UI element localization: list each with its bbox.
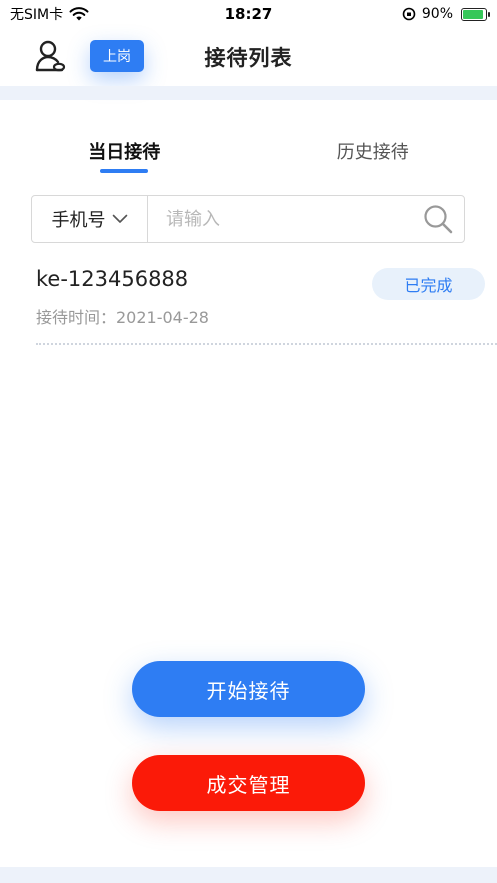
list-divider	[36, 343, 497, 345]
search-filter-value: 手机号	[51, 210, 106, 231]
status-left: 无SIM卡	[10, 4, 89, 24]
tab-today[interactable]: 当日接待	[0, 138, 249, 178]
bottom-bar	[0, 867, 497, 883]
carrier-label: 无SIM卡	[10, 7, 64, 23]
status-badge: 已完成	[372, 268, 485, 300]
wifi-icon	[69, 7, 89, 21]
battery-icon	[461, 7, 490, 21]
battery-percent: 90%	[421, 6, 453, 22]
orientation-lock-icon	[402, 7, 416, 21]
customer-code: ke-123456888	[36, 267, 189, 291]
tab-history[interactable]: 历史接待	[249, 138, 497, 178]
battery-fill	[463, 9, 483, 19]
search-filter-select[interactable]: 手机号	[32, 196, 148, 242]
nav-bar: 上岗 接待列表	[0, 28, 497, 86]
chevron-down-icon	[112, 214, 127, 223]
list-item[interactable]: ke-123456888 接待时间：2021-04-28 已完成	[0, 260, 497, 350]
tab-bar: 当日接待 历史接待	[0, 138, 497, 178]
search-bar: 手机号	[31, 195, 465, 243]
reception-time: 接待时间：2021-04-28	[36, 308, 209, 327]
tab-active-indicator	[100, 169, 149, 173]
status-right: 90%	[402, 6, 490, 22]
page-title: 接待列表	[204, 46, 293, 70]
start-reception-button[interactable]: 开始接待	[132, 661, 365, 717]
search-input[interactable]	[148, 196, 418, 242]
search-icon[interactable]	[418, 199, 458, 239]
deal-management-button[interactable]: 成交管理	[132, 755, 365, 811]
status-bar: 无SIM卡 18:27 90%	[0, 0, 497, 28]
tab-today-label: 当日接待	[88, 142, 161, 163]
nav-divider	[0, 86, 497, 100]
tab-history-label: 历史接待	[336, 142, 409, 163]
